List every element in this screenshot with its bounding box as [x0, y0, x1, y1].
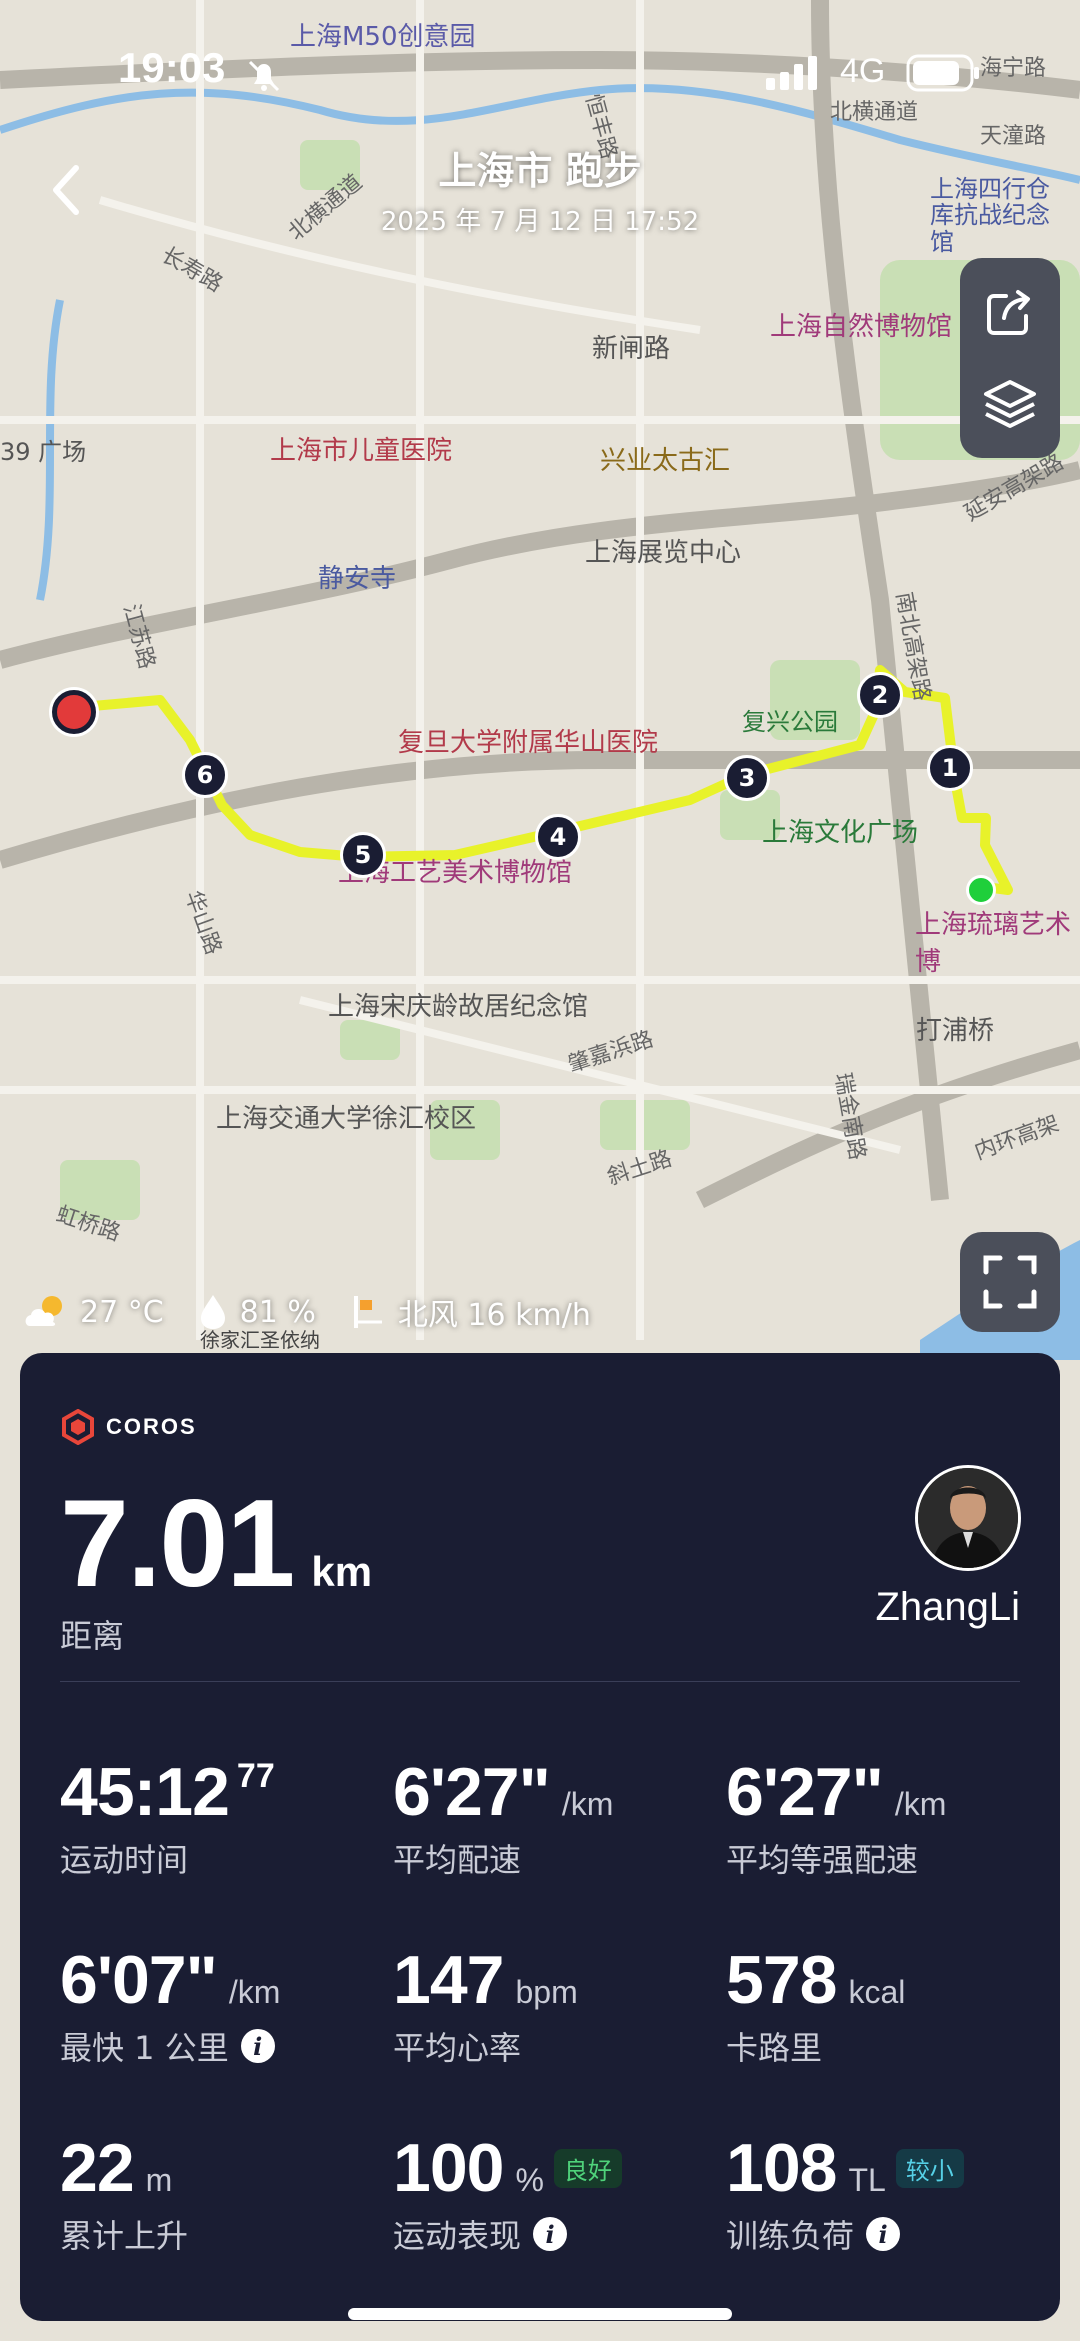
metric-value: 6'27": [393, 1754, 551, 1830]
metric-value: 22: [60, 2130, 135, 2206]
km-marker-3[interactable]: 3: [724, 755, 770, 801]
km-marker-5[interactable]: 5: [340, 832, 386, 878]
metric-value: 6'27": [726, 1754, 884, 1830]
km-marker-6[interactable]: 6: [182, 752, 228, 798]
metric-sup: 77: [236, 1757, 275, 1795]
metric-performance: 100% 良好 运动表现 i: [393, 2129, 713, 2257]
temperature-value: 27 °C: [80, 1294, 164, 1330]
metric-unit: /km: [561, 1786, 614, 1822]
metric-label: 平均等强配速: [726, 1841, 919, 1879]
status-time: 19:03: [118, 44, 226, 91]
weather-row: 27 °C 81 % 北风 16 km/h: [20, 1290, 609, 1334]
metric-avg-grade-pace: 6'27" /km 平均等强配速: [726, 1753, 1046, 1881]
divider: [60, 1681, 1020, 1682]
metric-value: 100: [393, 2130, 504, 2206]
avatar[interactable]: [915, 1465, 1021, 1571]
layers-icon[interactable]: [980, 374, 1040, 434]
metric-elevation-gain: 22 m 累计上升: [60, 2129, 380, 2257]
network-type: 4G: [840, 52, 886, 90]
distance-unit: km: [311, 1548, 373, 1595]
activity-datetime: 2025 年 7 月 12 日 17:52: [380, 207, 700, 237]
map-tools: [960, 258, 1060, 458]
share-icon[interactable]: [980, 282, 1040, 342]
wind-value: 北风 16 km/h: [397, 1298, 591, 1333]
distance: 7.01 km: [60, 1473, 372, 1615]
km-marker-1[interactable]: 1: [927, 745, 973, 791]
metric-label-row: 最快 1 公里 i: [60, 2023, 380, 2069]
metric-unit: /km: [894, 1786, 947, 1822]
metric-value: 45:12: [60, 1754, 230, 1830]
partly-cloudy-icon: [25, 1296, 62, 1326]
metric-label: 平均心率: [393, 2029, 522, 2067]
metric-label: 运动时间: [60, 1841, 189, 1879]
page-title: 上海市 跑步: [438, 149, 642, 193]
distance-value: 7.01: [60, 1475, 295, 1613]
km-marker-2[interactable]: 2: [857, 672, 903, 718]
metric-avg-pace: 6'27" /km 平均配速: [393, 1753, 713, 1881]
humidity: 81 %: [196, 1292, 316, 1332]
metric-label: 训练负荷: [726, 2217, 855, 2255]
metric-unit: /km: [228, 1974, 281, 2010]
fullscreen-button[interactable]: [960, 1232, 1060, 1332]
metric-value: 147: [393, 1942, 504, 2018]
start-marker[interactable]: [966, 875, 996, 905]
metric-avg-heart-rate: 147 bpm 平均心率: [393, 1941, 713, 2069]
status-bar: 19:03 4G: [0, 0, 1080, 150]
info-icon[interactable]: i: [866, 2217, 901, 2251]
metric-unit: kcal: [848, 1974, 906, 2010]
coros-logo-icon: [62, 1409, 94, 1445]
signal-icon: [766, 56, 817, 90]
metric-label-row: 运动表现 i: [393, 2211, 713, 2257]
km-marker-4[interactable]: 4: [535, 814, 581, 860]
metric-label: 卡路里: [726, 2029, 823, 2067]
info-icon[interactable]: i: [240, 2029, 275, 2063]
temperature: 27 °C: [20, 1292, 164, 1332]
metric-duration: 45:12 77 运动时间: [60, 1753, 380, 1881]
metric-unit: m: [145, 2162, 173, 2198]
wind: 北风 16 km/h: [348, 1290, 591, 1334]
water-drop-icon: [200, 1295, 225, 1329]
metric-training-load: 108 TL 较小 训练负荷 i: [726, 2129, 1046, 2257]
brand-logo: COROS: [60, 1409, 197, 1445]
header: 上海市 跑步 2025 年 7 月 12 日 17:52: [0, 140, 1080, 238]
username: ZhangLi: [875, 1585, 1020, 1629]
activity-summary-card: COROS 7.01 km 距离 ZhangLi 45:12 77 运动时间 6'…: [20, 1353, 1060, 2321]
metric-value: 578: [726, 1942, 837, 2018]
home-indicator[interactable]: [348, 2308, 732, 2320]
metric-calories: 578 kcal 卡路里: [726, 1941, 1046, 2069]
brand-name: COROS: [106, 1414, 197, 1439]
metric-unit: %: [515, 2162, 544, 2198]
wind-icon: [353, 1296, 382, 1328]
metric-value: 6'07": [60, 1942, 218, 2018]
metric-label-row: 训练负荷 i: [726, 2211, 1046, 2257]
metric-value: 108: [726, 2130, 837, 2206]
metric-label: 累计上升: [60, 2217, 189, 2255]
status-badge: 较小: [895, 2148, 964, 2188]
metric-fastest-km: 6'07" /km 最快 1 公里 i: [60, 1941, 380, 2069]
mute-bell-icon: [248, 60, 280, 92]
user-photo: [918, 1468, 1018, 1568]
fullscreen-icon: [983, 1255, 1037, 1309]
metric-unit: bpm: [515, 1974, 578, 2010]
metric-label: 运动表现: [393, 2217, 522, 2255]
info-icon[interactable]: i: [533, 2217, 568, 2251]
humidity-value: 81 %: [239, 1294, 316, 1330]
status-badge: 良好: [553, 2148, 622, 2188]
distance-label: 距离: [60, 1617, 125, 1655]
end-marker[interactable]: [52, 690, 96, 734]
metric-unit: TL: [848, 2162, 886, 2198]
metric-label: 最快 1 公里: [60, 2029, 229, 2067]
metric-label: 平均配速: [393, 1841, 522, 1879]
battery-icon: [906, 54, 979, 92]
